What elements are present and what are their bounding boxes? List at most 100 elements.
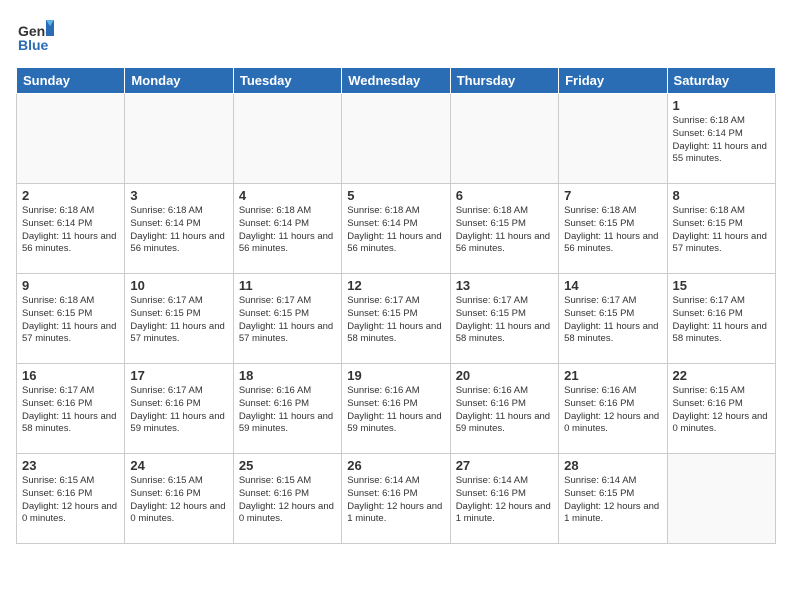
day-info: Sunrise: 6:18 AM Sunset: 6:15 PM Dayligh… xyxy=(564,205,661,256)
cal-cell: 4 Sunrise: 6:18 AM Sunset: 6:14 PM Daylig… xyxy=(233,184,341,274)
day-number: 17 xyxy=(130,368,227,383)
day-number: 4 xyxy=(239,188,336,203)
cal-cell: 20Sunrise: 6:16 AM Sunset: 6:16 PM Dayli… xyxy=(450,364,558,454)
calendar-table: SundayMondayTuesdayWednesdayThursdayFrid… xyxy=(16,67,776,544)
day-info: Sunrise: 6:17 AM Sunset: 6:16 PM Dayligh… xyxy=(130,385,227,436)
cal-cell xyxy=(667,454,775,544)
day-info: Sunrise: 6:18 AM Sunset: 6:15 PM Dayligh… xyxy=(456,205,553,256)
day-info: Sunrise: 6:16 AM Sunset: 6:16 PM Dayligh… xyxy=(347,385,444,436)
day-info: Sunrise: 6:14 AM Sunset: 6:15 PM Dayligh… xyxy=(564,475,661,526)
day-info: Sunrise: 6:18 AM Sunset: 6:14 PM Dayligh… xyxy=(130,205,227,256)
cal-cell xyxy=(559,94,667,184)
cal-cell: 6 Sunrise: 6:18 AM Sunset: 6:15 PM Daylig… xyxy=(450,184,558,274)
svg-text:Blue: Blue xyxy=(18,37,49,53)
cal-cell: 2 Sunrise: 6:18 AM Sunset: 6:14 PM Daylig… xyxy=(17,184,125,274)
day-info: Sunrise: 6:14 AM Sunset: 6:16 PM Dayligh… xyxy=(347,475,444,526)
cal-cell: 18 Sunrise: 6:16 AM Sunset: 6:16 PM Dayli… xyxy=(233,364,341,454)
day-number: 28 xyxy=(564,458,661,473)
day-info: Sunrise: 6:18 AM Sunset: 6:15 PM Dayligh… xyxy=(22,295,119,346)
day-info: Sunrise: 6:17 AM Sunset: 6:16 PM Dayligh… xyxy=(22,385,119,436)
day-number: 10 xyxy=(130,278,227,293)
cal-cell: 17 Sunrise: 6:17 AM Sunset: 6:16 PM Dayli… xyxy=(125,364,233,454)
day-info: Sunrise: 6:17 AM Sunset: 6:15 PM Dayligh… xyxy=(456,295,553,346)
day-number: 9 xyxy=(22,278,119,293)
header: General Blue xyxy=(16,16,776,59)
day-number: 2 xyxy=(22,188,119,203)
day-info: Sunrise: 6:15 AM Sunset: 6:16 PM Dayligh… xyxy=(239,475,336,526)
day-info: Sunrise: 6:16 AM Sunset: 6:16 PM Dayligh… xyxy=(456,385,553,436)
cal-cell xyxy=(342,94,450,184)
day-info: Sunrise: 6:18 AM Sunset: 6:14 PM Dayligh… xyxy=(22,205,119,256)
day-number: 12 xyxy=(347,278,444,293)
cal-cell xyxy=(17,94,125,184)
cal-cell: 9 Sunrise: 6:18 AM Sunset: 6:15 PM Daylig… xyxy=(17,274,125,364)
day-info: Sunrise: 6:18 AM Sunset: 6:14 PM Dayligh… xyxy=(673,115,770,166)
day-number: 25 xyxy=(239,458,336,473)
day-number: 7 xyxy=(564,188,661,203)
day-number: 6 xyxy=(456,188,553,203)
cal-cell: 14 Sunrise: 6:17 AM Sunset: 6:15 PM Dayli… xyxy=(559,274,667,364)
day-number: 1 xyxy=(673,98,770,113)
week-row-3: 16 Sunrise: 6:17 AM Sunset: 6:16 PM Dayli… xyxy=(17,364,776,454)
cal-cell: 21Sunrise: 6:16 AM Sunset: 6:16 PM Dayli… xyxy=(559,364,667,454)
day-number: 21 xyxy=(564,368,661,383)
day-number: 11 xyxy=(239,278,336,293)
cal-cell: 12 Sunrise: 6:17 AM Sunset: 6:15 PM Dayli… xyxy=(342,274,450,364)
day-number: 5 xyxy=(347,188,444,203)
day-info: Sunrise: 6:16 AM Sunset: 6:16 PM Dayligh… xyxy=(239,385,336,436)
day-info: Sunrise: 6:18 AM Sunset: 6:14 PM Dayligh… xyxy=(347,205,444,256)
day-info: Sunrise: 6:17 AM Sunset: 6:15 PM Dayligh… xyxy=(130,295,227,346)
days-header-row: SundayMondayTuesdayWednesdayThursdayFrid… xyxy=(17,68,776,94)
day-number: 22 xyxy=(673,368,770,383)
logo: General Blue xyxy=(16,16,54,59)
day-header-thursday: Thursday xyxy=(450,68,558,94)
day-number: 16 xyxy=(22,368,119,383)
day-number: 3 xyxy=(130,188,227,203)
day-number: 26 xyxy=(347,458,444,473)
week-row-4: 23Sunrise: 6:15 AM Sunset: 6:16 PM Dayli… xyxy=(17,454,776,544)
calendar-body: 1 Sunrise: 6:18 AM Sunset: 6:14 PM Daylig… xyxy=(17,94,776,544)
day-number: 24 xyxy=(130,458,227,473)
cal-cell: 13 Sunrise: 6:17 AM Sunset: 6:15 PM Dayli… xyxy=(450,274,558,364)
logo-icon: General Blue xyxy=(16,16,54,59)
day-header-saturday: Saturday xyxy=(667,68,775,94)
day-info: Sunrise: 6:18 AM Sunset: 6:14 PM Dayligh… xyxy=(239,205,336,256)
cal-cell xyxy=(450,94,558,184)
cal-cell: 15Sunrise: 6:17 AM Sunset: 6:16 PM Dayli… xyxy=(667,274,775,364)
day-number: 13 xyxy=(456,278,553,293)
day-header-sunday: Sunday xyxy=(17,68,125,94)
day-number: 18 xyxy=(239,368,336,383)
day-info: Sunrise: 6:15 AM Sunset: 6:16 PM Dayligh… xyxy=(22,475,119,526)
day-info: Sunrise: 6:14 AM Sunset: 6:16 PM Dayligh… xyxy=(456,475,553,526)
cal-cell: 28 Sunrise: 6:14 AM Sunset: 6:15 PM Dayli… xyxy=(559,454,667,544)
cal-cell: 25 Sunrise: 6:15 AM Sunset: 6:16 PM Dayli… xyxy=(233,454,341,544)
cal-cell: 19 Sunrise: 6:16 AM Sunset: 6:16 PM Dayli… xyxy=(342,364,450,454)
cal-cell: 3 Sunrise: 6:18 AM Sunset: 6:14 PM Daylig… xyxy=(125,184,233,274)
day-header-tuesday: Tuesday xyxy=(233,68,341,94)
cal-cell: 27 Sunrise: 6:14 AM Sunset: 6:16 PM Dayli… xyxy=(450,454,558,544)
week-row-0: 1 Sunrise: 6:18 AM Sunset: 6:14 PM Daylig… xyxy=(17,94,776,184)
day-number: 15 xyxy=(673,278,770,293)
day-number: 27 xyxy=(456,458,553,473)
week-row-2: 9 Sunrise: 6:18 AM Sunset: 6:15 PM Daylig… xyxy=(17,274,776,364)
day-info: Sunrise: 6:15 AM Sunset: 6:16 PM Dayligh… xyxy=(130,475,227,526)
day-number: 8 xyxy=(673,188,770,203)
day-number: 19 xyxy=(347,368,444,383)
cal-cell: 16 Sunrise: 6:17 AM Sunset: 6:16 PM Dayli… xyxy=(17,364,125,454)
day-header-monday: Monday xyxy=(125,68,233,94)
cal-cell: 26 Sunrise: 6:14 AM Sunset: 6:16 PM Dayli… xyxy=(342,454,450,544)
cal-cell: 22 Sunrise: 6:15 AM Sunset: 6:16 PM Dayli… xyxy=(667,364,775,454)
day-header-wednesday: Wednesday xyxy=(342,68,450,94)
cal-cell: 24 Sunrise: 6:15 AM Sunset: 6:16 PM Dayli… xyxy=(125,454,233,544)
cal-cell: 5 Sunrise: 6:18 AM Sunset: 6:14 PM Daylig… xyxy=(342,184,450,274)
day-info: Sunrise: 6:15 AM Sunset: 6:16 PM Dayligh… xyxy=(673,385,770,436)
cal-cell: 8 Sunrise: 6:18 AM Sunset: 6:15 PM Daylig… xyxy=(667,184,775,274)
day-info: Sunrise: 6:18 AM Sunset: 6:15 PM Dayligh… xyxy=(673,205,770,256)
cal-cell: 1 Sunrise: 6:18 AM Sunset: 6:14 PM Daylig… xyxy=(667,94,775,184)
cal-cell: 7 Sunrise: 6:18 AM Sunset: 6:15 PM Daylig… xyxy=(559,184,667,274)
day-info: Sunrise: 6:17 AM Sunset: 6:15 PM Dayligh… xyxy=(347,295,444,346)
day-number: 14 xyxy=(564,278,661,293)
cal-cell xyxy=(233,94,341,184)
day-info: Sunrise: 6:17 AM Sunset: 6:15 PM Dayligh… xyxy=(564,295,661,346)
cal-cell: 10 Sunrise: 6:17 AM Sunset: 6:15 PM Dayli… xyxy=(125,274,233,364)
